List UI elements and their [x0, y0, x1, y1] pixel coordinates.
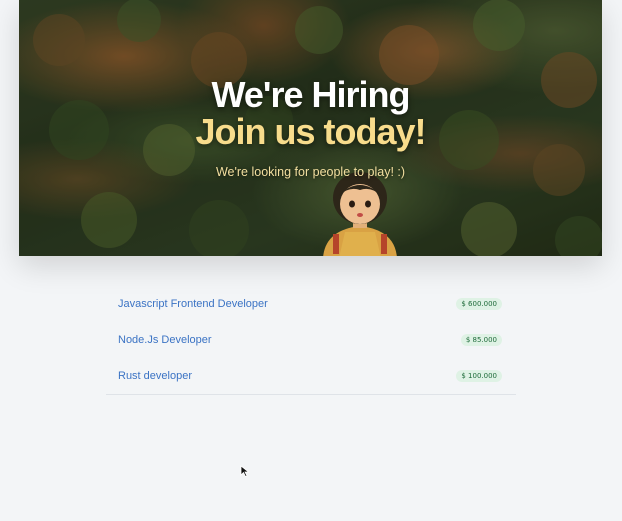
- job-row-nodejs[interactable]: Node.Js Developer $ 85.000: [106, 322, 516, 358]
- job-title[interactable]: Javascript Frontend Developer: [118, 298, 268, 310]
- job-title[interactable]: Node.Js Developer: [118, 334, 212, 346]
- hero-banner: We're Hiring Join us today! We're lookin…: [19, 0, 602, 256]
- mouse-pointer-icon: [240, 465, 250, 477]
- job-row-rust[interactable]: Rust developer $ 100.000: [106, 358, 516, 394]
- doll-image: [323, 172, 397, 256]
- job-row-javascript-frontend[interactable]: Javascript Frontend Developer $ 600.000: [106, 286, 516, 322]
- salary-badge: $ 85.000: [460, 334, 502, 346]
- job-title[interactable]: Rust developer: [118, 370, 192, 382]
- hero-tagline: We're looking for people to play! :): [215, 165, 406, 179]
- hero-subheading: Join us today!: [195, 111, 426, 152]
- job-list: Javascript Frontend Developer $ 600.000 …: [106, 286, 516, 395]
- salary-badge: $ 100.000: [456, 370, 502, 382]
- salary-badge: $ 600.000: [456, 298, 502, 310]
- hero-heading: We're Hiring: [211, 74, 411, 115]
